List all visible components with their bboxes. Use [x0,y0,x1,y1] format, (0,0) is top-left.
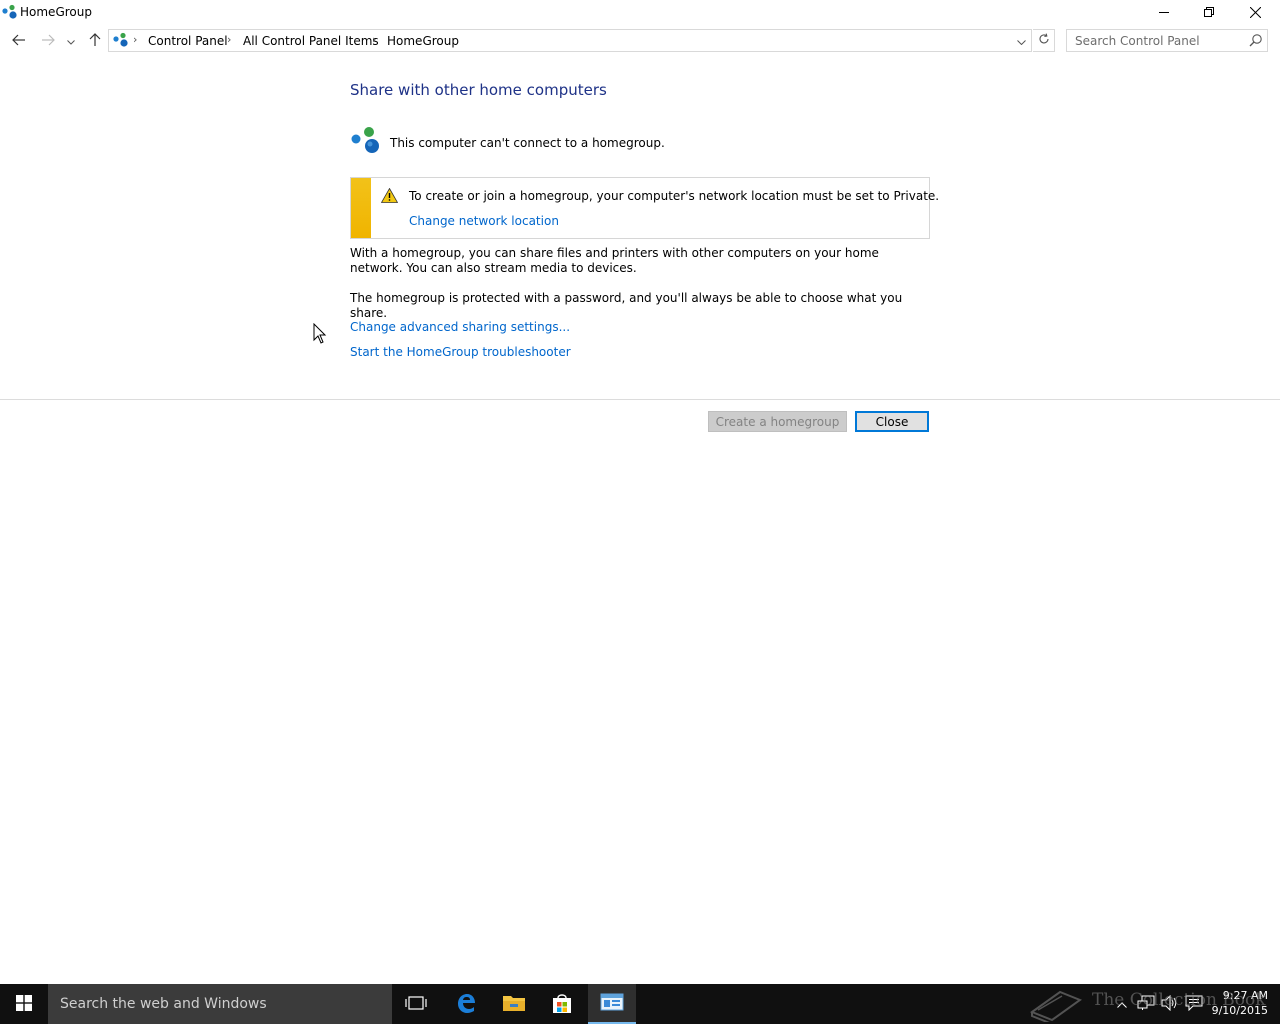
homegroup-icon [350,126,382,156]
taskbar-search[interactable] [48,984,392,1024]
homegroup-troubleshooter-link[interactable]: Start the HomeGroup troubleshooter [350,345,571,359]
up-button[interactable] [84,30,106,52]
book-icon [1029,990,1083,1025]
edge-browser-icon [455,992,477,1017]
store-button[interactable] [538,984,586,1024]
warning-panel: To create or join a homegroup, your comp… [350,177,939,239]
recent-locations-button[interactable] [61,30,81,52]
file-explorer-button[interactable] [490,984,538,1024]
refresh-button[interactable] [1033,29,1055,52]
search-box[interactable] [1066,29,1268,52]
task-view-button[interactable] [392,984,440,1024]
taskbar-search-input[interactable] [48,984,392,1024]
homegroup-description: With a homegroup, you can share files an… [350,246,879,275]
windows-logo-icon [16,994,32,1014]
advanced-sharing-settings-link[interactable]: Change advanced sharing settings... [350,320,570,334]
address-history-button[interactable] [1011,30,1031,51]
homegroup-icon [2,4,18,20]
homegroup-icon [113,32,129,48]
address-bar[interactable]: › Control Panel › All Control Panel Item… [108,29,1032,52]
warning-icon [380,187,399,206]
mouse-cursor-icon [313,322,327,348]
page-title: Share with other home computers [350,81,607,99]
divider [0,399,1280,400]
store-bag-icon [551,992,573,1017]
back-arrow-icon [12,34,26,49]
refresh-icon [1038,33,1050,48]
control-panel-taskbar-button[interactable] [588,984,636,1024]
start-button[interactable] [0,984,48,1024]
breadcrumb-all-items[interactable]: All Control Panel Items [243,34,379,48]
up-arrow-icon [89,32,101,50]
warning-stripe [351,178,371,238]
password-description: The homegroup is protected with a passwo… [350,291,903,320]
restore-button[interactable] [1186,0,1232,24]
close-window-button[interactable] [1232,0,1278,24]
task-view-icon [405,995,427,1014]
folder-icon [502,993,526,1016]
edge-button[interactable] [442,984,490,1024]
forward-arrow-icon [41,34,55,49]
watermark-text: The Collection Book [1092,990,1266,1010]
warning-text: To create or join a homegroup, your comp… [409,189,940,203]
breadcrumb-separator-icon[interactable]: › [372,33,376,46]
search-input[interactable] [1067,30,1247,51]
status-text: This computer can't connect to a homegro… [390,136,665,150]
close-icon [1249,6,1261,18]
back-button[interactable] [8,30,30,52]
control-panel-icon [600,992,624,1015]
watermark: The Collection Book [1029,986,1266,1025]
create-homegroup-button[interactable]: Create a homegroup [708,411,847,432]
breadcrumb-homegroup[interactable]: HomeGroup [387,34,459,48]
window-title: HomeGroup [20,5,92,19]
breadcrumb-control-panel[interactable]: Control Panel [148,34,228,48]
change-network-location-link[interactable]: Change network location [409,214,559,228]
search-icon[interactable] [1249,33,1263,50]
restore-icon [1204,7,1214,17]
forward-button[interactable] [37,30,59,52]
breadcrumb-separator-icon[interactable]: › [227,33,231,46]
chevron-down-icon [1016,34,1026,48]
minimize-icon [1159,7,1169,17]
breadcrumb-separator-icon[interactable]: › [133,33,137,46]
close-button[interactable]: Close [855,411,929,432]
title-bar: HomeGroup [0,0,1280,24]
chevron-down-icon [67,34,75,48]
minimize-button[interactable] [1141,0,1187,24]
